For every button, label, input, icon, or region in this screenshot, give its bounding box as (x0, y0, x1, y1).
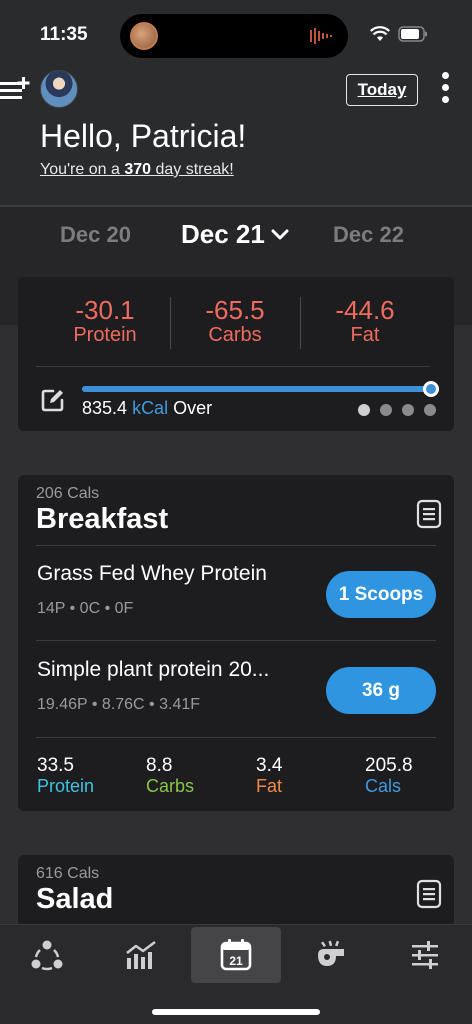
food-macros: 14P • 0C • 0F (37, 600, 134, 617)
total-carbs: 8.8 Carbs (146, 755, 194, 797)
macro-protein-value: -30.1 (75, 295, 135, 325)
macro-carbs: -65.5 Carbs (170, 295, 300, 347)
macro-protein-label: Protein (73, 324, 137, 346)
total-cals-label: Cals (365, 776, 402, 796)
today-button[interactable]: Today (346, 74, 418, 106)
tab-community[interactable] (2, 927, 92, 983)
kcal-progress-fill (82, 386, 430, 392)
tab-calendar[interactable]: 21 (191, 927, 281, 983)
food-divider (36, 737, 436, 738)
meal-divider (36, 545, 436, 546)
total-carbs-value: 8.8 (146, 755, 173, 776)
tab-stats[interactable] (96, 927, 186, 983)
wifi-icon (370, 26, 390, 41)
edit-icon[interactable] (40, 387, 66, 413)
macro-fat-label: Fat (350, 324, 380, 346)
page-dot[interactable] (358, 404, 370, 416)
settings-sliders-icon (412, 941, 438, 969)
meal-card-salad: 616 Cals Salad (18, 855, 454, 924)
macro-divider (36, 366, 430, 367)
food-amount-button[interactable]: 1 Scoops (326, 571, 436, 618)
document-icon[interactable] (416, 879, 442, 909)
total-protein-value: 33.5 (37, 755, 74, 776)
stats-icon (126, 941, 156, 969)
macro-fat: -44.6 Fat (300, 295, 430, 347)
tab-coach[interactable] (286, 927, 376, 983)
meal-card-breakfast: 206 Cals Breakfast Grass Fed Whey Protei… (18, 475, 454, 811)
food-amount-button[interactable]: 36 g (326, 667, 436, 714)
date-next[interactable]: Dec 22 (333, 222, 404, 248)
more-options-icon[interactable] (440, 72, 450, 106)
status-bar: 11:35 (0, 0, 472, 64)
streak-prefix: You're on a (40, 161, 125, 178)
kcal-summary: 835.4 kCal Over (82, 398, 212, 419)
meal-title: Breakfast (36, 503, 169, 535)
macro-carbs-value: -65.5 (205, 295, 265, 325)
food-name[interactable]: Grass Fed Whey Protein (37, 562, 267, 586)
live-activity-avatar (130, 22, 158, 50)
document-icon[interactable] (416, 499, 442, 529)
community-icon (31, 940, 63, 971)
battery-icon (398, 26, 427, 42)
total-cals-value: 205.8 (365, 755, 413, 776)
audio-waveform-icon (310, 28, 332, 44)
meal-title: Salad (36, 883, 114, 915)
kcal-status: Over (173, 398, 213, 418)
page-dot[interactable] (424, 404, 436, 416)
meal-calories: 616 Cals (36, 865, 100, 882)
total-fat-label: Fat (256, 776, 283, 796)
dynamic-island[interactable] (120, 14, 348, 58)
menu-add-icon[interactable] (0, 74, 32, 104)
profile-avatar[interactable] (40, 70, 78, 108)
total-fat-value: 3.4 (256, 755, 283, 776)
chevron-down-icon[interactable] (271, 229, 289, 241)
food-name[interactable]: Simple plant protein 20... (37, 658, 269, 682)
home-indicator[interactable] (152, 1009, 320, 1015)
streak-count: 370 (124, 161, 152, 178)
total-protein: 33.5 Protein (37, 755, 94, 797)
tab-bar: 21 (0, 924, 472, 1024)
header: Today Hello, Patricia! You're on a 370 d… (0, 64, 472, 206)
food-divider (36, 640, 436, 641)
tab-settings[interactable] (380, 927, 470, 983)
kcal-unit: kCal (132, 398, 169, 418)
calendar-day: 21 (229, 954, 243, 968)
total-cals: 205.8 Cals (365, 755, 413, 797)
date-current[interactable]: Dec 21 (181, 219, 265, 250)
whistle-icon (318, 940, 344, 966)
meal-calories: 206 Cals (36, 485, 100, 502)
macro-summary-card[interactable]: -30.1 Protein -65.5 Carbs -44.6 Fat 835.… (18, 277, 454, 431)
page-dot[interactable] (380, 404, 392, 416)
date-prev[interactable]: Dec 20 (60, 222, 131, 248)
food-macros: 19.46P • 8.76C • 3.41F (37, 696, 201, 713)
kcal-value: 835.4 (82, 398, 128, 418)
page-indicator[interactable] (358, 404, 436, 416)
total-protein-label: Protein (37, 776, 95, 796)
page-dot[interactable] (402, 404, 414, 416)
status-time: 11:35 (40, 24, 88, 45)
macro-carbs-label: Carbs (208, 324, 262, 346)
kcal-progress-bar (82, 386, 430, 392)
total-carbs-label: Carbs (146, 776, 195, 796)
macro-fat-value: -44.6 (335, 295, 395, 325)
total-fat: 3.4 Fat (256, 755, 282, 797)
greeting-title: Hello, Patricia! (40, 118, 247, 154)
streak-suffix: day streak! (151, 161, 234, 178)
calendar-icon: 21 (220, 939, 252, 971)
macro-protein: -30.1 Protein (40, 295, 170, 347)
kcal-progress-knob (423, 381, 439, 397)
streak-link[interactable]: You're on a 370 day streak! (40, 161, 234, 179)
